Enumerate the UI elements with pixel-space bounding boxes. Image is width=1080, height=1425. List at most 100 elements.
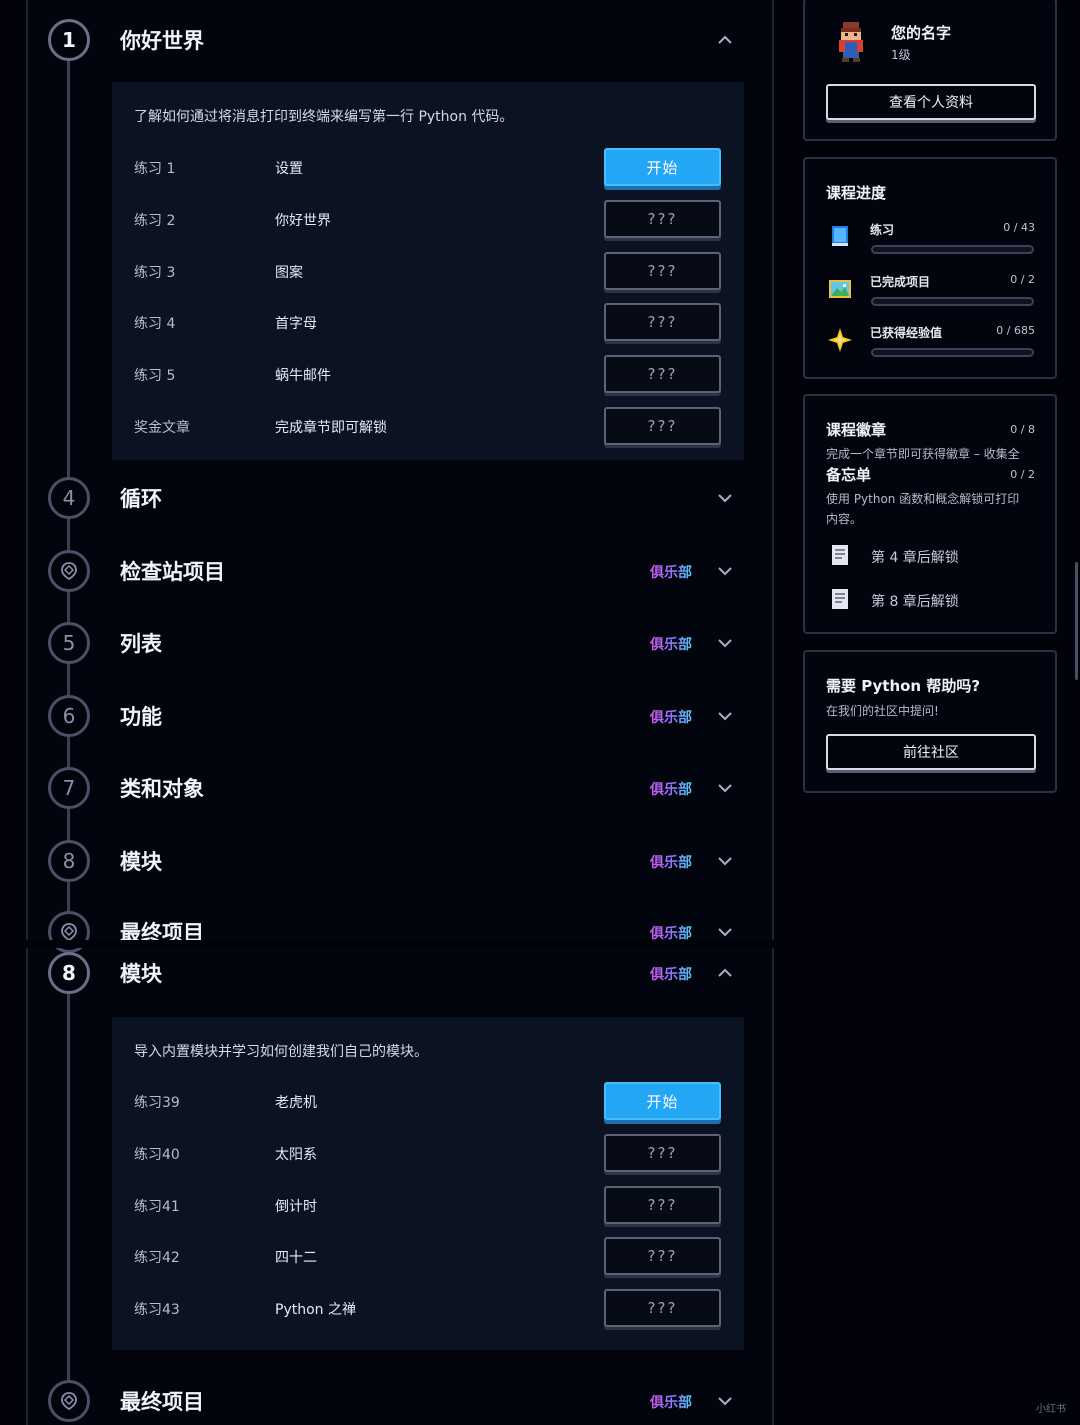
- exercise-number: 练习40: [134, 1147, 180, 1163]
- chapter-number: 5: [48, 622, 90, 664]
- chapter-header-final[interactable]: 最终项目 俱乐部: [0, 1380, 760, 1425]
- progress-value: 0 / 43: [1003, 221, 1035, 234]
- exercise-name: 图案: [275, 265, 303, 281]
- chapter-header-checkpoint[interactable]: 检查站项目 俱乐部: [0, 550, 760, 602]
- chapter-number: 7: [48, 767, 90, 809]
- chapter-description: 导入内置模块并学习如何创建我们自己的模块。: [134, 1044, 428, 1060]
- exercise-number: 练习 4: [134, 316, 176, 332]
- chapter-header-5[interactable]: 5 列表 俱乐部: [0, 622, 760, 674]
- progress-value: 0 / 685: [996, 324, 1035, 337]
- chapter-number: 4: [48, 477, 90, 519]
- exercise-name: 倒计时: [275, 1199, 317, 1215]
- club-badge: 俱乐部: [650, 634, 692, 654]
- chapter-title: 模块: [120, 850, 162, 874]
- chapter-header-8-expanded[interactable]: 8 模块 俱乐部: [0, 952, 760, 1004]
- chapter-header-6[interactable]: 6 功能 俱乐部: [0, 695, 760, 747]
- chevron-down-icon[interactable]: [716, 634, 734, 652]
- sparkle-icon: [827, 327, 853, 353]
- chapter-header-8[interactable]: 8 模块 俱乐部: [0, 840, 760, 892]
- exercise-name: 完成章节即可解锁: [275, 420, 387, 436]
- locked-exercise-button[interactable]: ???: [604, 1186, 721, 1224]
- exercise-row: 练习41 倒计时 ???: [112, 1186, 744, 1226]
- chapter-header-4[interactable]: 4 循环: [0, 477, 760, 529]
- exercise-name: 蜗牛邮件: [275, 368, 331, 384]
- chapter-number: 1: [48, 19, 90, 61]
- chapter-title: 最终项目: [120, 1390, 204, 1414]
- watermark: 小红书: [1036, 1404, 1066, 1415]
- chapter-header-7[interactable]: 7 类和对象 俱乐部: [0, 767, 760, 819]
- chapter-title: 检查站项目: [120, 560, 225, 584]
- chapter-description: 了解如何通过将消息打印到终端来编写第一行 Python 代码。: [134, 109, 514, 125]
- checkpoint-icon: [48, 1380, 90, 1422]
- chapter-title: 类和对象: [120, 777, 204, 801]
- chevron-down-icon[interactable]: [716, 852, 734, 870]
- chevron-up-icon[interactable]: [716, 31, 734, 49]
- exercise-row: 练习42 四十二 ???: [112, 1237, 744, 1277]
- chapter-number: 8: [48, 840, 90, 882]
- profile-name: 您的名字: [891, 24, 952, 42]
- exercise-name: 首字母: [275, 316, 317, 332]
- document-icon: [831, 588, 849, 610]
- exercise-number: 练习39: [134, 1095, 180, 1111]
- locked-exercise-button[interactable]: ???: [604, 252, 721, 290]
- chevron-down-icon[interactable]: [716, 707, 734, 725]
- locked-exercise-button[interactable]: ???: [604, 1237, 721, 1275]
- checkpoint-icon: [48, 550, 90, 592]
- exercise-row: 练习39 老虎机 开始: [112, 1082, 744, 1122]
- badges-title: 课程徽章: [826, 421, 887, 439]
- club-badge: 俱乐部: [650, 1392, 692, 1412]
- profile-level: 1级: [891, 48, 911, 62]
- exercise-name: 老虎机: [275, 1095, 317, 1111]
- locked-exercise-button[interactable]: ???: [604, 407, 721, 445]
- start-button[interactable]: 开始: [604, 148, 721, 186]
- exercise-number: 练习 5: [134, 368, 176, 384]
- chapter-header-1[interactable]: 1 你好世界: [0, 19, 760, 71]
- exercise-name: Python 之禅: [275, 1302, 356, 1318]
- chevron-down-icon[interactable]: [716, 779, 734, 797]
- help-title: 需要 Python 帮助吗?: [826, 677, 981, 695]
- chevron-down-icon[interactable]: [716, 489, 734, 507]
- locked-exercise-button[interactable]: ???: [604, 355, 721, 393]
- progress-label: 已获得经验值: [870, 326, 943, 340]
- avatar: [831, 20, 871, 64]
- chapter-title: 功能: [120, 705, 162, 729]
- chapter-1-panel: 了解如何通过将消息打印到终端来编写第一行 Python 代码。 练习 1 设置 …: [112, 82, 744, 460]
- start-button[interactable]: 开始: [604, 1082, 721, 1120]
- exercise-row: 练习43 Python 之禅 ???: [112, 1289, 744, 1329]
- badges-count: 0 / 8: [1010, 423, 1035, 436]
- exercise-name: 设置: [275, 161, 303, 177]
- exercise-row: 练习 5 蜗牛邮件 ???: [112, 355, 744, 395]
- exercise-row: 练习 2 你好世界 ???: [112, 200, 744, 240]
- progress-bar: [871, 348, 1034, 357]
- progress-bar: [871, 297, 1034, 306]
- progress-title: 课程进度: [826, 184, 887, 202]
- club-badge: 俱乐部: [650, 779, 692, 799]
- locked-exercise-button[interactable]: ???: [604, 200, 721, 238]
- club-badge: 俱乐部: [650, 964, 692, 984]
- go-to-community-button[interactable]: 前往社区: [826, 734, 1036, 770]
- chapter-title: 循环: [120, 487, 162, 511]
- chevron-down-icon[interactable]: [716, 1392, 734, 1410]
- progress-value: 0 / 2: [1010, 273, 1035, 286]
- progress-label: 练习: [870, 223, 895, 237]
- club-badge: 俱乐部: [650, 707, 692, 727]
- exercise-name: 四十二: [275, 1250, 317, 1266]
- progress-bar: [871, 245, 1034, 254]
- scrollbar[interactable]: [1075, 562, 1078, 680]
- chevron-up-icon[interactable]: [716, 964, 734, 982]
- chevron-down-icon[interactable]: [716, 562, 734, 580]
- locked-exercise-button[interactable]: ???: [604, 1289, 721, 1327]
- chapter-title: 模块: [120, 962, 162, 986]
- exercise-row: 练习 4 首字母 ???: [112, 303, 744, 343]
- exercise-number: 练习42: [134, 1250, 180, 1266]
- locked-exercise-button[interactable]: ???: [604, 303, 721, 341]
- exercise-number: 练习 1: [134, 161, 176, 177]
- exercise-number: 练习43: [134, 1302, 180, 1318]
- chapter-number: 8: [48, 952, 90, 994]
- chevron-down-icon[interactable]: [716, 923, 734, 941]
- locked-exercise-button[interactable]: ???: [604, 1134, 721, 1172]
- progress-label: 已完成项目: [870, 275, 931, 289]
- help-card: 需要 Python 帮助吗? 在我们的社区中提问! 前往社区: [803, 650, 1057, 793]
- view-profile-button[interactable]: 查看个人资料: [826, 84, 1036, 120]
- cheatsheet-title: 备忘单: [826, 466, 872, 484]
